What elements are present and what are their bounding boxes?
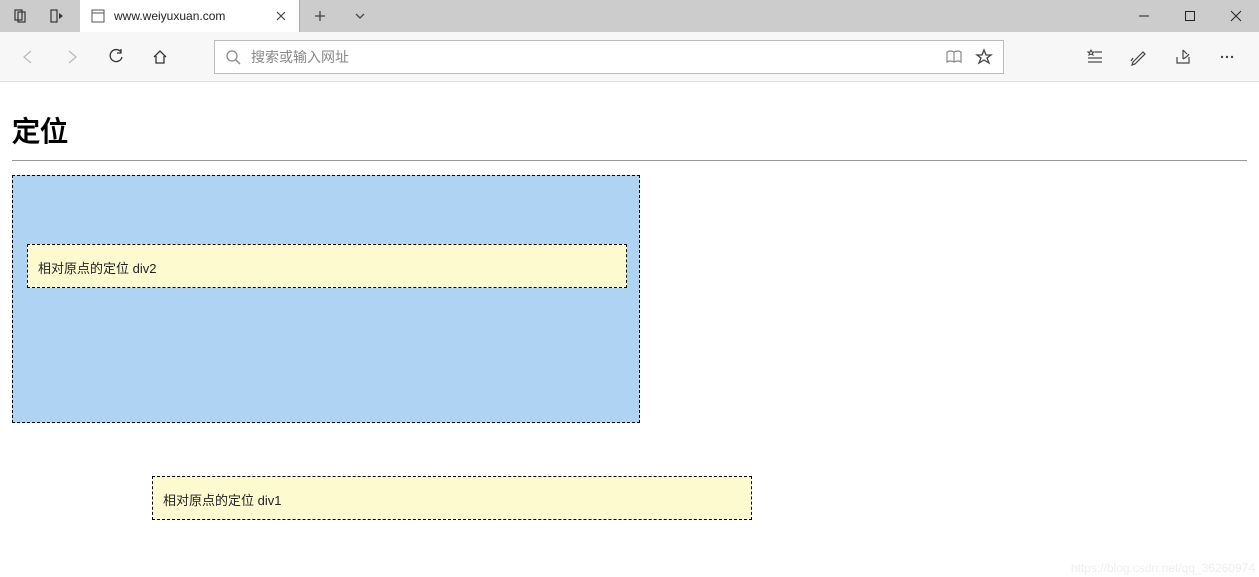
watermark: https://blog.csdn.net/qq_36260974 bbox=[1071, 561, 1255, 575]
minimize-button[interactable] bbox=[1121, 0, 1167, 32]
reading-view-icon[interactable] bbox=[945, 49, 963, 65]
titlebar: www.weiyuxuan.com bbox=[0, 0, 1259, 32]
toolbar bbox=[0, 32, 1259, 82]
page-icon bbox=[90, 8, 106, 24]
notes-icon[interactable] bbox=[1119, 37, 1159, 77]
tab-title: www.weiyuxuan.com bbox=[114, 9, 265, 23]
page-heading: 定位 bbox=[12, 110, 1247, 150]
close-window-button[interactable] bbox=[1213, 0, 1259, 32]
close-tab-icon[interactable] bbox=[273, 8, 289, 24]
div1-box: 相对原点的定位 div1 bbox=[152, 476, 752, 520]
tab-preview-icon[interactable] bbox=[4, 0, 40, 32]
window-controls bbox=[1121, 0, 1259, 32]
maximize-button[interactable] bbox=[1167, 0, 1213, 32]
favorite-icon[interactable] bbox=[975, 48, 993, 66]
toolbar-right bbox=[1075, 37, 1247, 77]
search-icon bbox=[225, 49, 241, 65]
back-button[interactable] bbox=[8, 37, 48, 77]
address-bar[interactable] bbox=[214, 40, 1004, 74]
refresh-button[interactable] bbox=[96, 37, 136, 77]
tab-actions bbox=[300, 0, 380, 32]
divider bbox=[12, 160, 1247, 161]
share-icon[interactable] bbox=[1163, 37, 1203, 77]
favorites-list-icon[interactable] bbox=[1075, 37, 1115, 77]
blue-container: 相对原点的定位 div2 bbox=[12, 175, 640, 423]
forward-button[interactable] bbox=[52, 37, 92, 77]
div2-box: 相对原点的定位 div2 bbox=[27, 244, 627, 288]
address-input[interactable] bbox=[251, 49, 935, 65]
new-tab-button[interactable] bbox=[300, 0, 340, 32]
more-icon[interactable] bbox=[1207, 37, 1247, 77]
tab-aside-group bbox=[0, 0, 80, 32]
set-aside-icon[interactable] bbox=[40, 0, 76, 32]
page-content: 定位 相对原点的定位 div2 bbox=[0, 82, 1259, 435]
home-button[interactable] bbox=[140, 37, 180, 77]
tab-dropdown-icon[interactable] bbox=[340, 0, 380, 32]
browser-tab[interactable]: www.weiyuxuan.com bbox=[80, 0, 300, 32]
address-right-icons bbox=[945, 48, 993, 66]
